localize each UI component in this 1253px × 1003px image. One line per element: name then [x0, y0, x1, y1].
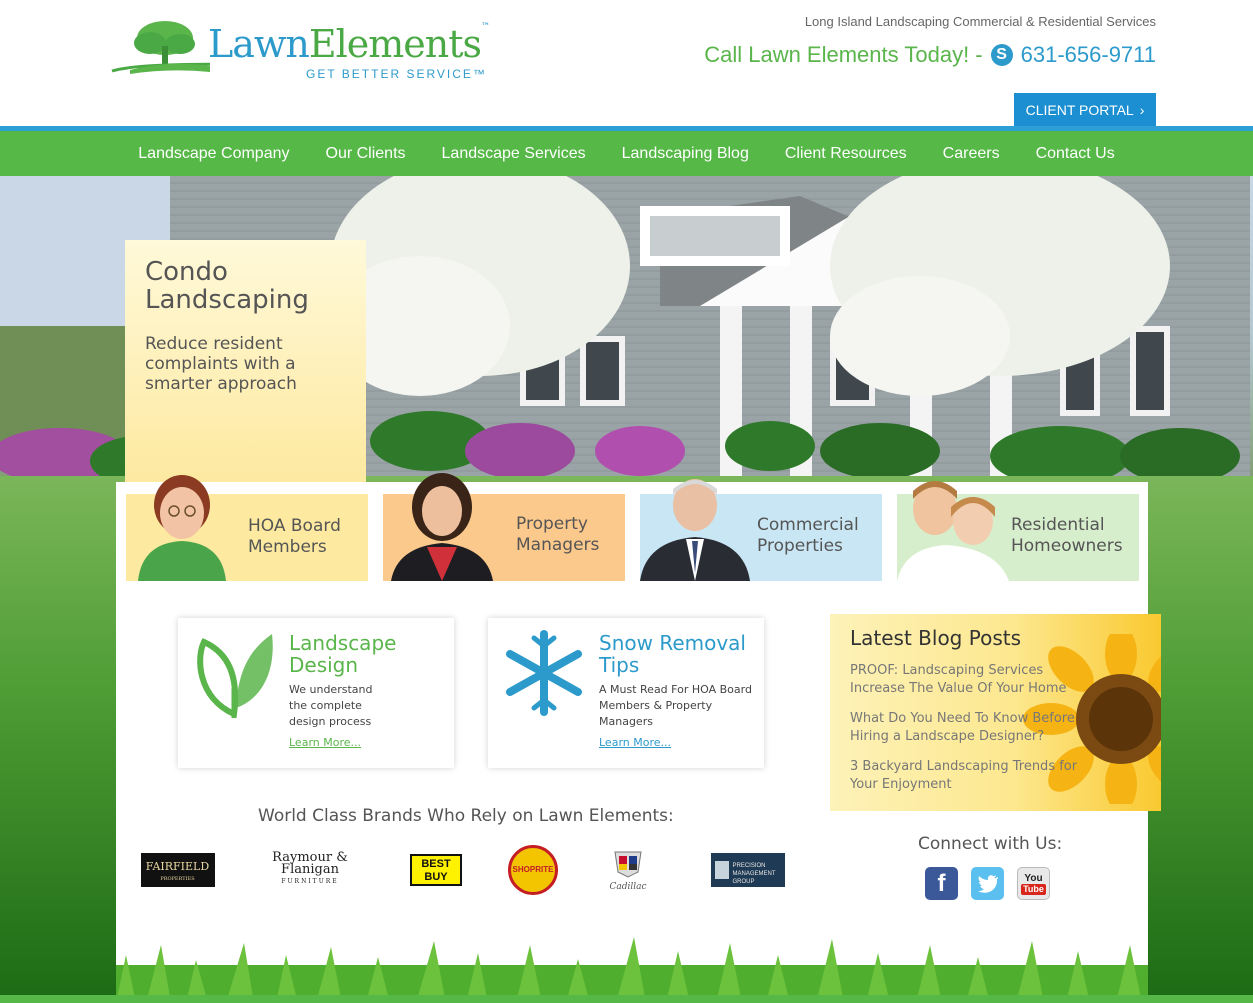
nav-our-clients[interactable]: Our Clients	[308, 145, 424, 163]
audience-label-commercial: Commercial Properties	[757, 515, 859, 556]
brand-name-precision: PRECISION	[732, 863, 766, 869]
main-nav: Landscape Company Our Clients Landscape …	[0, 126, 1253, 176]
twitter-icon[interactable]	[971, 867, 1004, 900]
logo-tagline: GET BETTER SERVICE™	[306, 67, 487, 81]
connect-title: Connect with Us:	[918, 834, 1063, 854]
leaf-icon	[197, 634, 273, 719]
client-portal-label: CLIENT PORTAL	[1025, 101, 1134, 118]
brand-logo-raymour: Raymour & Flanigan FURNITURE	[250, 845, 370, 895]
feature-title-landscape-design: Landscape Design	[289, 631, 397, 677]
nav-contact-us[interactable]: Contact Us	[1018, 145, 1133, 163]
client-portal-button[interactable]: CLIENT PORTAL ›	[1014, 93, 1156, 126]
audience-label-property-managers: Property Managers	[516, 514, 600, 555]
logo-wordmark: LawnElements™	[208, 22, 490, 66]
logo-word-elements: Elements	[308, 22, 482, 66]
brand-name-fairfield: FAIRFIELD	[145, 860, 210, 873]
facebook-glyph: f	[937, 869, 946, 897]
youtube-icon[interactable]: You Tube	[1017, 867, 1050, 900]
audience-label-residential: Residential Homeowners	[1011, 515, 1123, 556]
audience-label-hoa: HOA Board Members	[248, 516, 341, 557]
cadillac-crest-icon	[614, 851, 642, 878]
commercial-owner-photo	[640, 479, 750, 581]
brand-logo-fairfield: FAIRFIELD PROPERTIES	[140, 845, 215, 895]
feature-title-snow-removal: Snow Removal Tips	[599, 631, 746, 677]
call-row: Call Lawn Elements Today! - S 631-656-97…	[704, 42, 1156, 68]
footer-bar	[0, 995, 1253, 1003]
grass-decoration	[116, 937, 1148, 1003]
skype-icon[interactable]: S	[990, 44, 1013, 66]
phone-number[interactable]: 631-656-9711	[1021, 42, 1156, 68]
nav-landscape-services[interactable]: Landscape Services	[424, 145, 604, 163]
chevron-right-icon: ›	[1139, 101, 1145, 118]
site-logo[interactable]: LawnElements™ GET BETTER SERVICE™	[110, 16, 490, 86]
feature-card-snow-removal[interactable]: Snow Removal Tips A Must Read For HOA Bo…	[488, 618, 764, 768]
brand-sub-precision: MANAGEMENT GROUP	[732, 871, 776, 885]
youtube-you: You	[1024, 872, 1043, 884]
property-manager-photo	[391, 473, 493, 581]
brand-logo-precision: PRECISION MANAGEMENT GROUP	[710, 845, 785, 895]
tree-logo-icon	[111, 21, 210, 74]
latest-blog-posts: Latest Blog Posts PROOF: Landscaping Ser…	[830, 614, 1161, 811]
audience-card-residential[interactable]: Residential Homeowners	[897, 481, 1139, 581]
header-tagline: Long Island Landscaping Commercial & Res…	[804, 14, 1156, 29]
hero-title: Condo Landscaping	[145, 257, 309, 315]
feature-text-snow-removal: A Must Read For HOA Board Members & Prop…	[599, 683, 752, 728]
brand-name-shoprite: SHOPRITE	[508, 845, 558, 895]
learn-more-link-snow-removal[interactable]: Learn More...	[599, 736, 671, 749]
brand-sub-raymour: FURNITURE	[281, 878, 339, 885]
brand-name-raymour: Raymour & Flanigan	[272, 850, 348, 877]
audience-card-property-managers[interactable]: Property Managers	[383, 473, 625, 581]
hoa-member-photo	[138, 475, 226, 581]
audience-card-commercial[interactable]: Commercial Properties	[640, 479, 882, 581]
brand-name-bestbuy: BEST BUY	[410, 854, 462, 886]
twitter-bird-icon	[977, 874, 998, 893]
feature-text-landscape-design: We understand the complete design proces…	[289, 683, 373, 728]
site-header: LawnElements™ GET BETTER SERVICE™ Long I…	[0, 0, 1253, 126]
nav-landscaping-blog[interactable]: Landscaping Blog	[604, 145, 767, 163]
youtube-tube: Tube	[1021, 883, 1046, 895]
blog-title: Latest Blog Posts	[850, 626, 1021, 650]
brands-title: World Class Brands Who Rely on Lawn Elem…	[258, 806, 674, 826]
logo-trademark: ™	[481, 22, 490, 32]
learn-more-link-landscape-design[interactable]: Learn More...	[289, 736, 361, 749]
brand-name-cadillac: Cadillac	[609, 882, 647, 892]
nav-landscape-company[interactable]: Landscape Company	[120, 145, 307, 163]
feature-card-landscape-design[interactable]: Landscape Design We understand the compl…	[178, 618, 454, 768]
nav-careers[interactable]: Careers	[925, 145, 1018, 163]
residential-couple-photo	[897, 481, 1009, 581]
nav-client-resources[interactable]: Client Resources	[767, 145, 925, 163]
facebook-icon[interactable]: f	[925, 867, 958, 900]
brand-logo-shoprite: SHOPRITE	[507, 845, 559, 895]
hero-subtitle: Reduce resident complaints with a smarte…	[145, 334, 297, 394]
brand-logo-bestbuy: BEST BUY	[408, 845, 464, 895]
snowflake-icon	[506, 630, 582, 716]
brand-logo-cadillac: Cadillac	[603, 845, 653, 895]
blog-post-link[interactable]: What Do You Need To Know Before Hiring a…	[850, 710, 1090, 746]
audience-card-hoa[interactable]: HOA Board Members	[126, 475, 368, 581]
call-text: Call Lawn Elements Today! -	[704, 42, 983, 67]
blog-post-link[interactable]: 3 Backyard Landscaping Trends for Your E…	[850, 758, 1090, 794]
brand-sub-fairfield: PROPERTIES	[160, 876, 195, 882]
logo-word-lawn: Lawn	[208, 22, 310, 66]
hero-callout[interactable]: Condo Landscaping Reduce resident compla…	[125, 240, 366, 482]
blog-post-link[interactable]: PROOF: Landscaping Services Increase The…	[850, 662, 1090, 698]
